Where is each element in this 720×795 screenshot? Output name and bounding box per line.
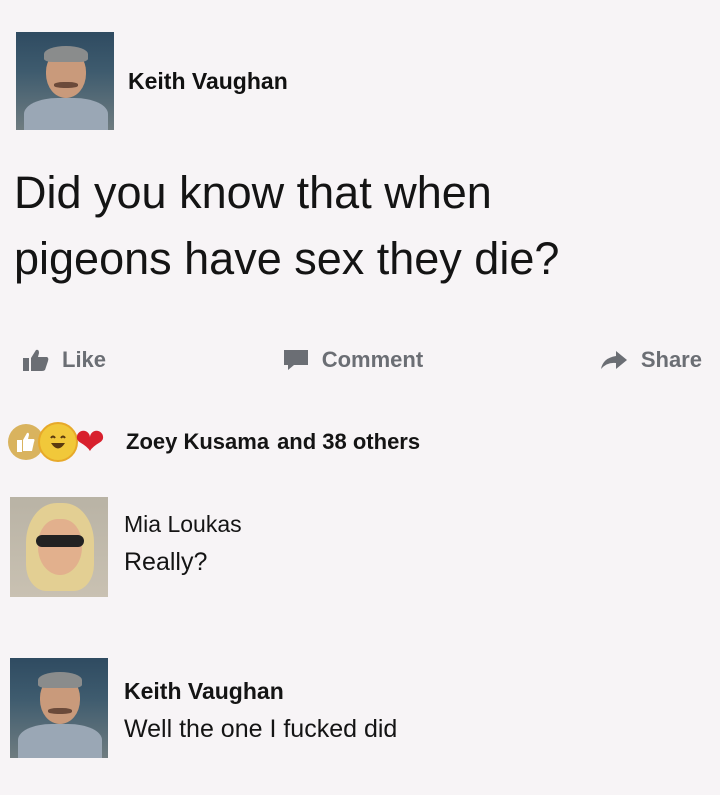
commenter-avatar[interactable] (10, 658, 108, 758)
like-label: Like (62, 347, 107, 372)
comment-item: Mia Loukas Really? (10, 497, 242, 597)
share-label: Share (640, 347, 702, 372)
love-reaction-icon: ❤ (74, 421, 106, 462)
post-action-bar: Like Comment Share (22, 343, 702, 377)
post-text-line-2: pigeons have sex they die? (14, 233, 560, 284)
reaction-name[interactable]: Zoey Kusama (126, 429, 269, 454)
post-author-name[interactable]: Keith Vaughan (128, 68, 288, 95)
comment-item: Keith Vaughan Well the one I fucked did (10, 658, 397, 758)
post-text: Did you know that when pigeons have sex … (14, 160, 704, 292)
reaction-others-count[interactable]: and 38 others (277, 429, 420, 454)
author-avatar[interactable] (16, 32, 114, 130)
like-button[interactable]: Like (22, 347, 106, 373)
comment-content: Mia Loukas Really? (124, 497, 242, 577)
facebook-post: Keith Vaughan Did you know that when pig… (0, 0, 720, 795)
post-header: Keith Vaughan (16, 32, 288, 130)
thumbs-up-icon (22, 348, 50, 372)
comment-bubble-icon (282, 348, 310, 372)
comment-content: Keith Vaughan Well the one I fucked did (124, 658, 397, 744)
post-text-line-1: Did you know that when (14, 167, 492, 218)
reactions-summary[interactable]: ❤ Zoey Kusama and 38 others (8, 422, 420, 462)
comment-text: Really? (124, 548, 208, 576)
commenter-name[interactable]: Keith Vaughan (124, 678, 397, 705)
commenter-avatar[interactable] (10, 497, 108, 597)
comment-button[interactable]: Comment (282, 347, 423, 373)
share-arrow-icon (599, 349, 629, 371)
share-button[interactable]: Share (599, 347, 702, 373)
commenter-name[interactable]: Mia Loukas (124, 511, 242, 538)
comment-text: Well the one I fucked did (124, 715, 398, 743)
comment-label: Comment (321, 347, 424, 372)
